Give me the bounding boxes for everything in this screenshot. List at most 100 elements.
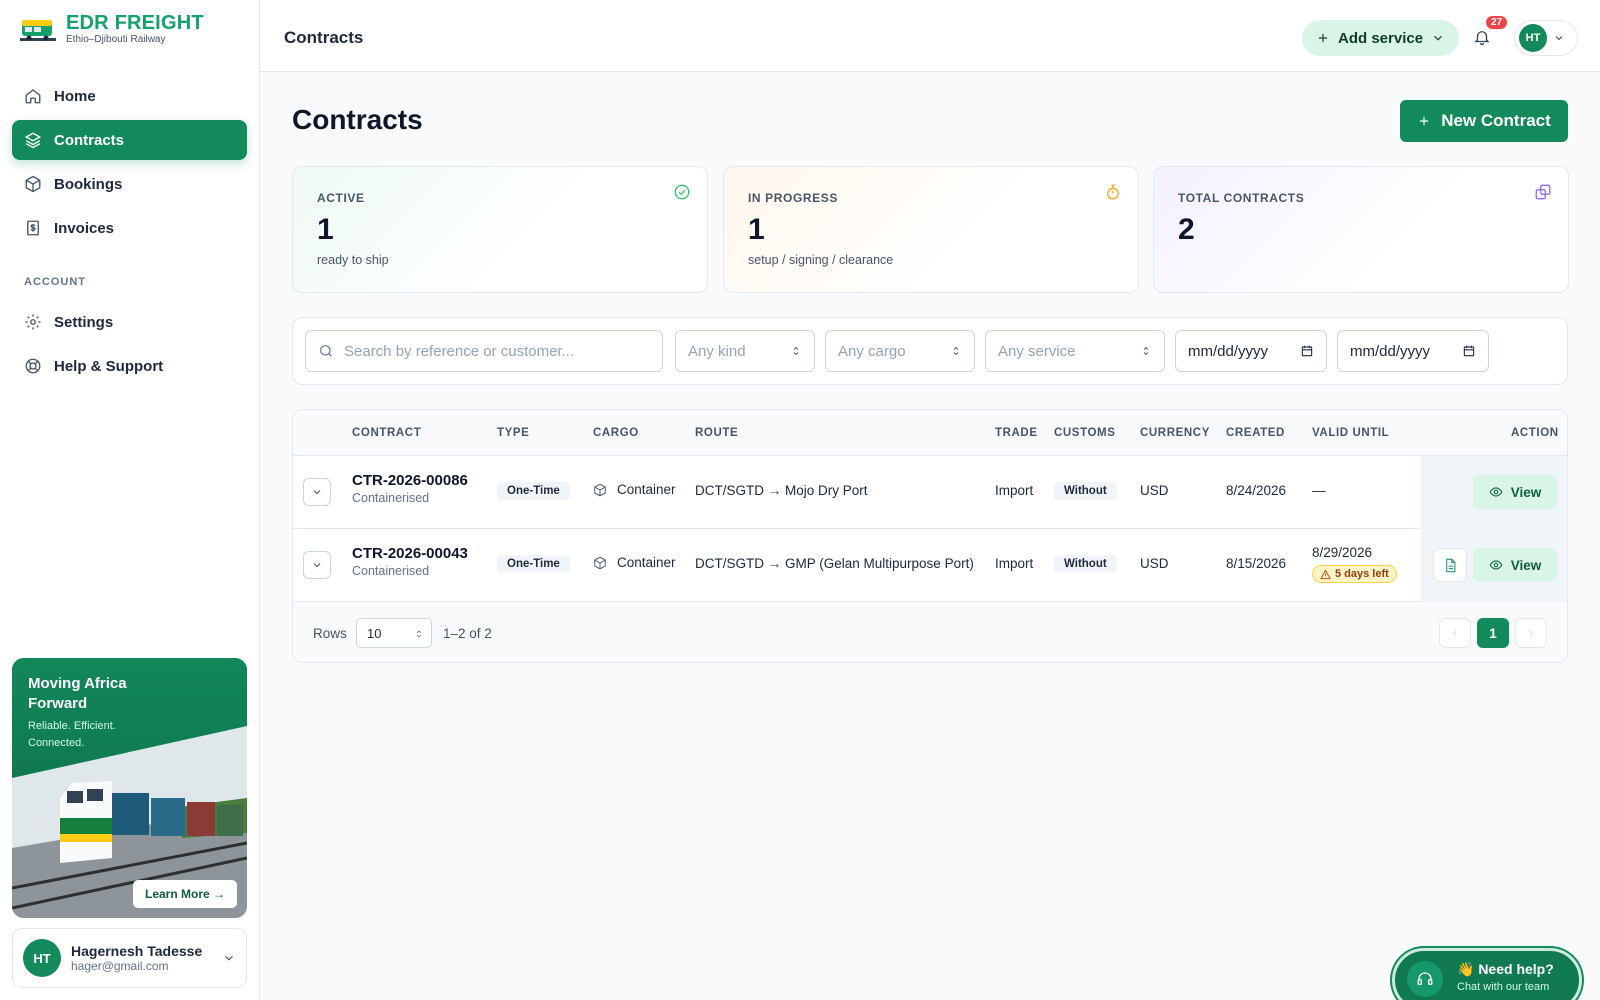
- brand[interactable]: EDR FREIGHT Ethio–Djibouti Railway: [20, 12, 204, 46]
- type-cell: One-Time: [497, 555, 570, 573]
- sidebar-item-help[interactable]: Help & Support: [12, 346, 247, 386]
- main-nav: Home Contracts Bookings Invoices ACCOUNT…: [12, 76, 247, 390]
- type-cell: One-Time: [497, 482, 570, 500]
- created-cell: 8/15/2026: [1226, 556, 1287, 571]
- page-title: Contracts: [292, 104, 423, 135]
- customs-badge: Without: [1054, 555, 1117, 573]
- contract-sub: Containerised: [352, 564, 430, 578]
- document-button[interactable]: [1433, 548, 1467, 582]
- learn-more-button[interactable]: Learn More →: [132, 880, 237, 908]
- prev-page-button[interactable]: [1439, 618, 1471, 648]
- add-service-button[interactable]: Add service: [1302, 20, 1460, 56]
- next-page-button[interactable]: [1515, 618, 1547, 648]
- cargo-select-value: Any cargo: [838, 342, 906, 360]
- stat-card-in-progress: IN PROGRESS 1 setup / signing / clearanc…: [723, 166, 1139, 293]
- page-button-current[interactable]: 1: [1477, 618, 1509, 648]
- contract-cell: CTR-2026-00043 Containerised: [352, 545, 468, 578]
- rows-per-page-select[interactable]: 10: [356, 618, 432, 648]
- view-label: View: [1510, 484, 1542, 500]
- table-row[interactable]: CTR-2026-00086 Containerised One-Time Co…: [293, 456, 1567, 529]
- user-menu[interactable]: HT Hagernesh Tadesse hager@gmail.com: [12, 928, 247, 988]
- expand-row-button[interactable]: [303, 551, 331, 579]
- column-header[interactable]: TRADE: [995, 427, 1038, 439]
- table-row[interactable]: CTR-2026-00043 Containerised One-Time Co…: [293, 529, 1567, 602]
- chevron-down-icon: [313, 490, 321, 495]
- customs-cell: Without: [1054, 555, 1117, 573]
- column-header[interactable]: CREATED: [1226, 427, 1285, 439]
- customs-badge: Without: [1054, 482, 1117, 500]
- column-header[interactable]: VALID UNTIL: [1312, 427, 1389, 439]
- help-chat-button[interactable]: 👋 Need help? Chat with our team: [1392, 948, 1582, 1000]
- promo-title: Moving Africa Forward: [28, 675, 127, 712]
- valid-until-date: 8/29/2026: [1312, 545, 1373, 560]
- sidebar-item-contracts[interactable]: Contracts: [12, 120, 247, 160]
- add-service-label: Add service: [1338, 29, 1424, 47]
- notification-badge: 27: [1486, 16, 1508, 29]
- select-arrows-icon: [417, 630, 421, 638]
- cargo-cell: Container: [593, 482, 676, 497]
- date-from-value: mm/dd/yyyy: [1188, 342, 1269, 360]
- box-icon: [25, 175, 41, 193]
- date-to-input[interactable]: mm/dd/yyyy: [1337, 330, 1489, 372]
- promo-card: Moving Africa Forward Reliable. Efficien…: [12, 658, 247, 918]
- view-button[interactable]: View: [1473, 475, 1557, 509]
- rows-per-page-value: 10: [367, 626, 382, 641]
- new-contract-button[interactable]: New Contract: [1400, 100, 1568, 142]
- avatar: HT: [23, 939, 61, 977]
- column-header[interactable]: CUSTOMS: [1054, 427, 1116, 439]
- column-header[interactable]: CARGO: [593, 427, 639, 439]
- cargo-select[interactable]: Any cargo: [825, 330, 975, 372]
- search-placeholder: Search by reference or customer...: [344, 342, 575, 360]
- chevron-down-icon: [1555, 36, 1563, 41]
- contract-ref[interactable]: CTR-2026-00043: [352, 545, 468, 562]
- table-header: CONTRACT TYPE CARGO ROUTE TRADE CUSTOMS …: [293, 410, 1567, 456]
- chevron-down-icon: [1434, 35, 1442, 41]
- expand-row-button[interactable]: [303, 478, 331, 506]
- column-header[interactable]: TYPE: [497, 427, 529, 439]
- contract-sub: Containerised: [352, 491, 430, 505]
- valid-until-cell: —: [1312, 483, 1326, 498]
- stopwatch-icon: [1107, 184, 1119, 200]
- kind-select[interactable]: Any kind: [675, 330, 815, 372]
- search-input[interactable]: Search by reference or customer...: [305, 330, 663, 372]
- brand-name: EDR FREIGHT: [66, 12, 204, 34]
- topbar: Contracts Add service 27 HT: [260, 0, 1600, 72]
- stat-sub: setup / signing / clearance: [748, 253, 894, 267]
- chevron-down-icon: [225, 955, 233, 961]
- cargo-cell: Container: [593, 555, 676, 570]
- date-from-input[interactable]: mm/dd/yyyy: [1175, 330, 1327, 372]
- service-select[interactable]: Any service: [985, 330, 1165, 372]
- sidebar-item-label: Help & Support: [54, 357, 164, 375]
- column-header[interactable]: CURRENCY: [1140, 427, 1210, 439]
- expiry-warning-badge: 5 days left: [1312, 565, 1397, 583]
- stat-label: ACTIVE: [317, 191, 365, 205]
- expiry-warning-label: 5 days left: [1335, 568, 1389, 580]
- contract-ref[interactable]: CTR-2026-00086: [352, 472, 468, 489]
- copy-icon: [1535, 184, 1551, 200]
- view-label: View: [1510, 557, 1542, 573]
- breadcrumb: Contracts: [284, 28, 364, 47]
- sidebar-item-label: Settings: [54, 313, 114, 331]
- promo-text: Reliable. Efficient. Connected.: [28, 720, 116, 749]
- sidebar-item-settings[interactable]: Settings: [12, 302, 247, 342]
- currency-cell: USD: [1140, 483, 1169, 498]
- column-header[interactable]: CONTRACT: [352, 427, 421, 439]
- sidebar-item-invoices[interactable]: Invoices: [12, 208, 247, 248]
- date-to-value: mm/dd/yyyy: [1350, 342, 1431, 360]
- stat-card-active: ACTIVE 1 ready to ship: [292, 166, 708, 293]
- chevron-left-icon: [1453, 630, 1457, 636]
- sidebar-item-bookings[interactable]: Bookings: [12, 164, 247, 204]
- user-email: hager@gmail.com: [71, 959, 169, 973]
- view-button[interactable]: View: [1473, 548, 1557, 582]
- sidebar-item-home[interactable]: Home: [12, 76, 247, 116]
- kind-select-value: Any kind: [688, 342, 746, 360]
- select-arrows-icon: [953, 346, 959, 356]
- chevron-right-icon: [1529, 630, 1533, 636]
- bell-icon[interactable]: [1473, 28, 1491, 46]
- profile-menu-button[interactable]: HT: [1514, 20, 1578, 56]
- help-title: 👋 Need help?: [1457, 961, 1554, 977]
- column-header[interactable]: ROUTE: [695, 427, 738, 439]
- stat-label: IN PROGRESS: [748, 191, 838, 205]
- train-logo-icon: [20, 20, 56, 41]
- stat-card-total: TOTAL CONTRACTS 2: [1153, 166, 1569, 293]
